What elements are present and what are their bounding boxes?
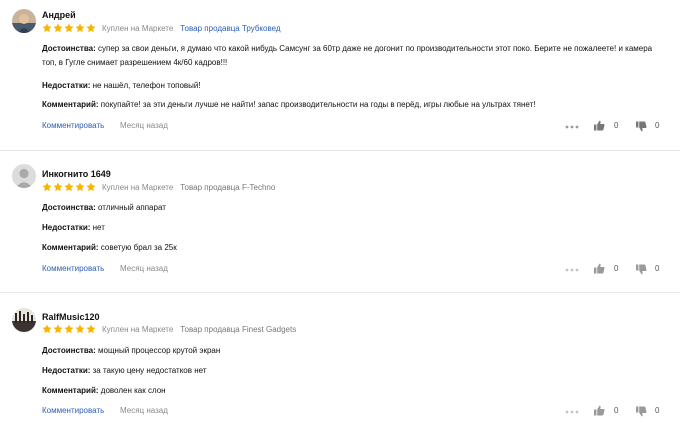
rating-stars bbox=[42, 324, 96, 334]
more-dots-icon[interactable] bbox=[565, 125, 579, 129]
rating-stars bbox=[42, 182, 96, 192]
pros-field: Достоинства: мощный процессор крутой экр… bbox=[42, 344, 662, 358]
avatar[interactable] bbox=[12, 308, 36, 332]
thumb-down-icon[interactable] bbox=[636, 264, 647, 275]
pros-text: отличный аппарат bbox=[98, 203, 166, 212]
star-icon bbox=[64, 182, 74, 192]
cons-label: Недостатки: bbox=[42, 366, 91, 375]
rating-stars bbox=[42, 23, 96, 33]
cons-text: за такую цену недостатков нет bbox=[92, 366, 207, 375]
review-author[interactable]: Андрей bbox=[42, 10, 76, 20]
divider bbox=[0, 150, 680, 151]
review-date: Месяц назад bbox=[120, 121, 168, 130]
review-footer: Комментировать Месяц назад 0 0 bbox=[42, 405, 680, 419]
star-icon bbox=[86, 324, 96, 334]
comment-text: доволен как слон bbox=[100, 386, 166, 395]
comment-label: Комментарий: bbox=[42, 100, 99, 109]
thumb-up-icon[interactable] bbox=[594, 405, 605, 416]
comment-label: Комментарий: bbox=[42, 243, 99, 252]
star-icon bbox=[64, 23, 74, 33]
review-date: Месяц назад bbox=[120, 264, 168, 273]
pros-field: Достоинства: отличный аппарат bbox=[42, 201, 662, 215]
comment-button[interactable]: Комментировать bbox=[42, 264, 104, 273]
more-dots-icon[interactable] bbox=[565, 410, 579, 414]
star-icon bbox=[53, 23, 63, 33]
avatar[interactable] bbox=[12, 9, 36, 33]
review-author[interactable]: Инкогнито 1649 bbox=[42, 169, 111, 179]
star-icon bbox=[53, 182, 63, 192]
comment-button[interactable]: Комментировать bbox=[42, 406, 104, 415]
review-card: Андрей Куплен на Маркете Товар продавца … bbox=[0, 0, 680, 140]
comment-field: Комментарий: советую брал за 25к bbox=[42, 241, 662, 255]
cons-text: нет bbox=[92, 223, 105, 232]
star-icon bbox=[86, 182, 96, 192]
comment-text: покупайте! за эти деньги лучше не найти!… bbox=[100, 100, 536, 109]
star-icon bbox=[42, 182, 52, 192]
cons-field: Недостатки: не нашёл, телефон топовый! bbox=[42, 79, 662, 93]
comment-field: Комментарий: покупайте! за эти деньги лу… bbox=[42, 98, 662, 112]
seller-link[interactable]: Товар продавца F-Techno bbox=[180, 183, 275, 192]
dislike-count: 0 bbox=[655, 406, 660, 415]
pros-label: Достоинства: bbox=[42, 203, 96, 212]
thumb-up-icon[interactable] bbox=[594, 120, 605, 131]
bought-label: Куплен на Маркете bbox=[102, 182, 174, 192]
pros-label: Достоинства: bbox=[42, 346, 96, 355]
star-icon bbox=[75, 182, 85, 192]
cons-label: Недостатки: bbox=[42, 223, 91, 232]
divider bbox=[0, 292, 680, 293]
review-card: Инкогнито 1649 Куплен на Маркете Товар п… bbox=[0, 152, 680, 292]
thumb-up-icon[interactable] bbox=[594, 263, 605, 274]
like-count: 0 bbox=[614, 264, 619, 273]
like-count: 0 bbox=[614, 121, 619, 130]
seller-link[interactable]: Товар продавца Finest Gadgets bbox=[180, 325, 296, 334]
star-icon bbox=[42, 23, 52, 33]
star-icon bbox=[86, 23, 96, 33]
more-dots-icon[interactable] bbox=[565, 268, 579, 272]
star-icon bbox=[42, 324, 52, 334]
pros-text: мощный процессор крутой экран bbox=[98, 346, 221, 355]
pros-label: Достоинства: bbox=[42, 44, 96, 53]
review-author[interactable]: RalfMusic120 bbox=[42, 312, 100, 322]
cons-field: Недостатки: за такую цену недостатков не… bbox=[42, 364, 662, 378]
star-icon bbox=[75, 23, 85, 33]
comment-field: Комментарий: доволен как слон bbox=[42, 384, 662, 398]
review-card: RalfMusic120 Куплен на Маркете Товар про… bbox=[0, 294, 680, 434]
cons-field: Недостатки: нет bbox=[42, 221, 662, 235]
seller-link[interactable]: Товар продавца Трубковед bbox=[180, 24, 280, 33]
pros-text: супер за свои деньги, я думаю что какой … bbox=[42, 44, 653, 67]
dislike-count: 0 bbox=[655, 264, 660, 273]
avatar[interactable] bbox=[12, 164, 36, 188]
cons-label: Недостатки: bbox=[42, 81, 91, 90]
star-icon bbox=[75, 324, 85, 334]
bought-label: Куплен на Маркете bbox=[102, 324, 174, 334]
like-count: 0 bbox=[614, 406, 619, 415]
bought-label: Куплен на Маркете bbox=[102, 23, 174, 33]
review-footer: Комментировать Месяц назад 0 0 bbox=[42, 263, 680, 277]
star-icon bbox=[53, 324, 63, 334]
review-meta: Куплен на Маркете Товар продавца Finest … bbox=[42, 323, 296, 335]
review-date: Месяц назад bbox=[120, 406, 168, 415]
star-icon bbox=[64, 324, 74, 334]
dislike-count: 0 bbox=[655, 121, 660, 130]
thumb-down-icon[interactable] bbox=[636, 406, 647, 417]
comment-text: советую брал за 25к bbox=[100, 243, 177, 252]
review-meta: Куплен на Маркете Товар продавца F-Techn… bbox=[42, 181, 275, 193]
pros-field: Достоинства: супер за свои деньги, я дум… bbox=[42, 42, 662, 69]
review-footer: Комментировать Месяц назад 0 0 bbox=[42, 120, 680, 134]
comment-label: Комментарий: bbox=[42, 386, 99, 395]
comment-button[interactable]: Комментировать bbox=[42, 121, 104, 130]
review-meta: Куплен на Маркете Товар продавца Трубков… bbox=[42, 22, 281, 34]
thumb-down-icon[interactable] bbox=[636, 121, 647, 132]
cons-text: не нашёл, телефон топовый! bbox=[92, 81, 201, 90]
